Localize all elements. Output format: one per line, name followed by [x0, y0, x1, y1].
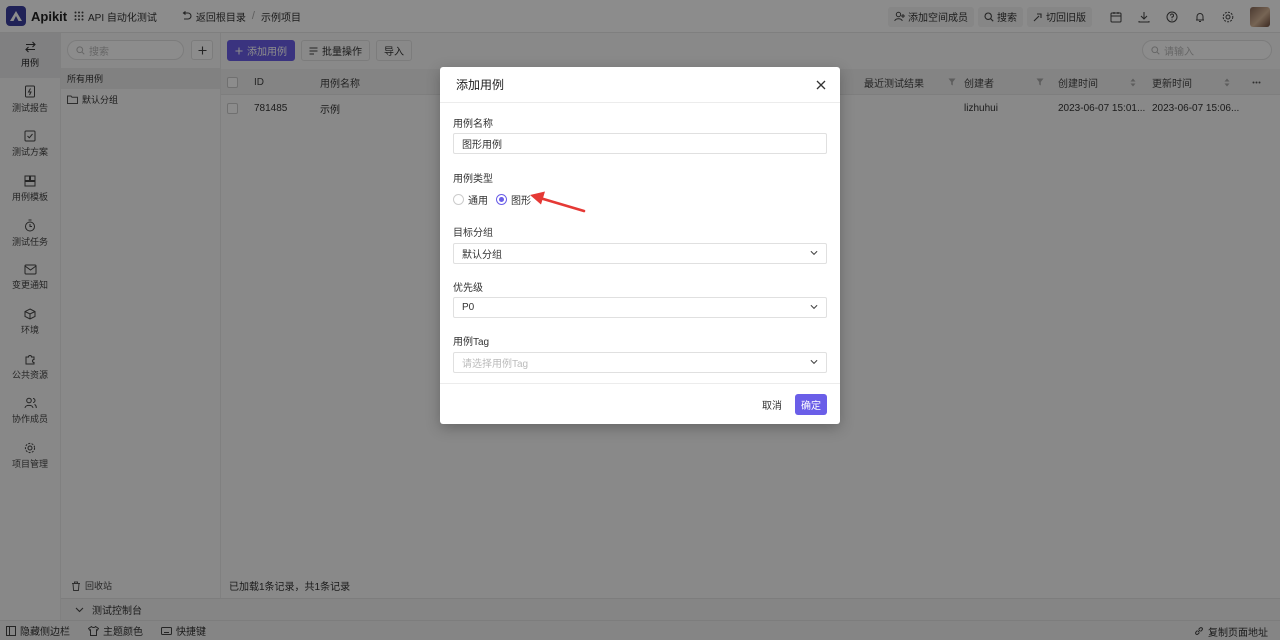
case-type-label: 用例类型 — [453, 174, 493, 185]
case-tag-label: 用例Tag — [453, 337, 490, 348]
chevron-down-icon — [810, 250, 818, 256]
target-group-label: 目标分组 — [453, 228, 493, 239]
cancel-button[interactable]: 取消 — [756, 394, 788, 415]
case-type-graphic-option[interactable]: 图形 — [496, 192, 531, 207]
target-group-value: 默认分组 — [462, 250, 502, 261]
case-type-general-option[interactable]: 通用 — [453, 192, 488, 207]
priority-value: P0 — [462, 302, 475, 313]
case-tag-select[interactable]: 请选择用例Tag — [453, 352, 827, 373]
annotation-arrow-icon — [530, 191, 586, 213]
dialog-title: 添加用例 — [440, 67, 840, 103]
chevron-down-icon — [810, 359, 818, 365]
case-type-radio-group: 通用 图形 — [453, 192, 531, 207]
confirm-button[interactable]: 确定 — [795, 394, 827, 415]
add-case-dialog: 添加用例 用例名称 图形用例 用例类型 通用 图形 目标分组 默认分组 优先级 … — [440, 67, 840, 424]
chevron-down-icon — [810, 304, 818, 310]
case-name-input[interactable]: 图形用例 — [453, 133, 827, 154]
radio-graphic[interactable] — [496, 194, 507, 205]
case-type-general-label: 通用 — [468, 196, 488, 207]
dialog-footer: 取消 确定 — [440, 383, 840, 424]
priority-select[interactable]: P0 — [453, 297, 827, 318]
radio-general[interactable] — [453, 194, 464, 205]
case-name-label: 用例名称 — [453, 119, 493, 130]
target-group-select[interactable]: 默认分组 — [453, 243, 827, 264]
priority-label: 优先级 — [453, 283, 483, 294]
close-icon[interactable] — [814, 78, 828, 92]
case-tag-placeholder: 请选择用例Tag — [462, 359, 529, 370]
